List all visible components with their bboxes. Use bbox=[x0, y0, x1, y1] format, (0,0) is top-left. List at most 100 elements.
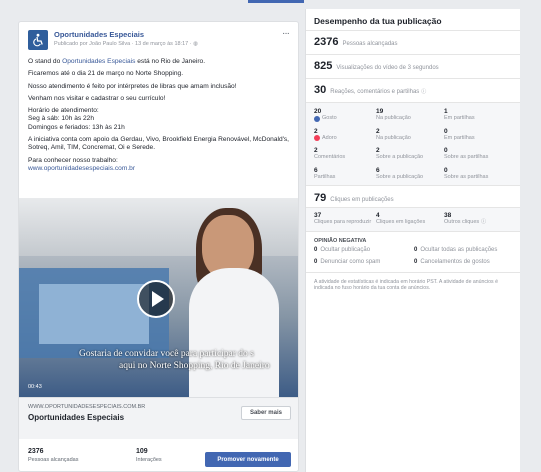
reach-label: Pessoas alcançadas bbox=[28, 457, 79, 463]
negative-num: 0 bbox=[314, 258, 318, 265]
reaction-num: 0 bbox=[444, 127, 448, 135]
learn-more-button[interactable]: Saber mais bbox=[240, 406, 291, 420]
reactions-breakdown: 20 Gosto 19 Na publicação 1 Em partilhas 2A… bbox=[306, 103, 520, 186]
metric-views: 825 Visualizações do vídeo de 3 segundos bbox=[306, 55, 520, 79]
performance-panel: Desempenho da tua publicação 2376 Pessoa… bbox=[305, 9, 520, 472]
click-num: 37 bbox=[314, 212, 322, 219]
click-cell: 37 Cliques para reproduzir bbox=[314, 212, 376, 226]
reaction-cell: 20 Gosto bbox=[314, 108, 376, 122]
reaction-label: Comentários bbox=[314, 154, 346, 160]
negative-num: 0 bbox=[314, 246, 318, 253]
negative-label: Ocultar todas as publicações bbox=[420, 246, 498, 253]
metric-views-num: 825 bbox=[314, 60, 333, 72]
click-num: 38 bbox=[444, 212, 452, 219]
reaction-label: Sobre as partilhas bbox=[444, 173, 489, 180]
hours-title: Horário de atendimento: bbox=[28, 107, 99, 115]
reaction-label: Sobre a publicação bbox=[376, 154, 424, 160]
reaction-cell: 2 Sobre a publicação bbox=[376, 147, 444, 161]
video-person-body bbox=[189, 268, 279, 397]
insights-footnote: A atividade de estatísticas é indicada e… bbox=[314, 278, 498, 292]
reaction-num: 20 bbox=[314, 108, 322, 115]
video-caption-line1: Gostaria de convidar você para participa… bbox=[79, 349, 254, 359]
click-label: Cliques em ligações bbox=[376, 219, 426, 225]
globe-icon: ◍ bbox=[193, 41, 198, 47]
reaction-num: 2 bbox=[314, 127, 318, 135]
panel-title: Desempenho da tua publicação bbox=[306, 9, 520, 31]
reaction-label: Na publicação bbox=[376, 115, 411, 121]
negative-item: 0 Ocultar todas as publicações bbox=[414, 247, 514, 254]
hours-weekends: Domingos e feriados: 13h às 21h bbox=[28, 123, 125, 131]
reaction-cell: 6 Partilhas bbox=[314, 167, 376, 181]
click-label: Cliques para reproduzir bbox=[314, 219, 372, 225]
metric-reactions-label: Reações, comentários e partilhas bbox=[330, 89, 420, 95]
reaction-label: Em partilhas bbox=[444, 134, 475, 141]
more-options-icon[interactable]: ··· bbox=[282, 29, 290, 39]
play-button[interactable] bbox=[137, 280, 175, 318]
post-meta-text: Publicado por João Paulo Silva · 13 de m… bbox=[54, 41, 194, 47]
reaction-num: 2 bbox=[376, 127, 380, 135]
boost-again-button[interactable]: Promover novamente bbox=[205, 452, 291, 467]
metric-reactions-num: 30 bbox=[314, 84, 327, 96]
wheelchair-icon bbox=[33, 33, 43, 47]
reaction-label: Na publicação bbox=[376, 134, 411, 141]
post-text: O stand do Oportunidades Especiais está … bbox=[19, 50, 298, 173]
post-text-p2: Ficaremos até o dia 21 de março no Norte… bbox=[28, 70, 184, 78]
metric-reach-label: Pessoas alcançadas bbox=[342, 41, 398, 47]
website-link[interactable]: www.oportunidadesespeciais.com.br bbox=[28, 165, 135, 172]
video-duration: 00:43 bbox=[28, 384, 42, 390]
negative-item: 0 Cancelamentos de gostos bbox=[414, 259, 514, 266]
link-preview[interactable]: WWW.OPORTUNIDADESESPECIAIS.COM.BR Oportu… bbox=[19, 397, 298, 439]
reaction-label: Gosto bbox=[322, 115, 337, 121]
info-icon[interactable]: ⓘ bbox=[421, 88, 426, 95]
reaction-cell: 0 Sobre as partilhas bbox=[444, 147, 506, 161]
reaction-cell: 1 Em partilhas bbox=[444, 108, 506, 122]
reaction-num: 6 bbox=[376, 166, 380, 174]
reaction-cell: 2 Na publicação bbox=[376, 128, 444, 142]
negative-feedback-title: OPINIÃO NEGATIVA bbox=[314, 237, 367, 244]
post-text-p4: Venham nos visitar e cadastrar o seu cur… bbox=[28, 94, 166, 102]
page-mention-link[interactable]: Oportunidades Especiais bbox=[62, 58, 135, 65]
reaction-num: 0 bbox=[444, 147, 448, 154]
page-name-link[interactable]: Oportunidades Especiais bbox=[54, 30, 282, 39]
hours-weekdays: Seg à sáb: 10h às 22h bbox=[28, 115, 94, 123]
post-text-p7: Para conhecer nosso trabalho: bbox=[28, 156, 118, 164]
video-player[interactable]: Gostaria de convidar você para participa… bbox=[19, 198, 298, 397]
reaction-cell: 6 Sobre a publicação bbox=[376, 167, 444, 181]
negative-feedback: 0 Ocultar publicação 0 Ocultar todas as pu… bbox=[306, 247, 520, 273]
negative-label: Cancelamentos de gostos bbox=[420, 258, 490, 265]
reaction-num: 2 bbox=[376, 147, 380, 154]
post-stats: 2376 Pessoas alcançadas 109 Interações P… bbox=[19, 443, 298, 471]
metric-reactions: 30 Reações, comentários e partilhas ⓘ bbox=[306, 79, 520, 103]
like-icon bbox=[314, 115, 320, 122]
info-icon[interactable]: ⓘ bbox=[481, 219, 486, 226]
click-label: Outros cliques bbox=[444, 219, 480, 225]
metric-clicks-label: Cliques em publicações bbox=[330, 197, 394, 203]
reaction-cell: 2 Comentários bbox=[314, 147, 376, 161]
video-caption: Gostaria de convidar você para participa… bbox=[79, 348, 298, 372]
reaction-num: 2 bbox=[314, 147, 318, 154]
post-meta: Publicado por João Paulo Silva · 13 de m… bbox=[54, 41, 282, 47]
negative-item: 0 Denunciar como spam bbox=[314, 259, 414, 266]
reaction-label: Partilhas bbox=[314, 173, 336, 180]
reaction-cell: 0 Sobre as partilhas bbox=[444, 167, 506, 181]
reaction-num: 1 bbox=[444, 108, 448, 115]
metric-reach: 2376 Pessoas alcançadas bbox=[306, 31, 520, 55]
reaction-num: 19 bbox=[376, 108, 384, 115]
metric-reach-num: 2376 bbox=[314, 36, 339, 48]
click-cell: 38 Outros cliques ⓘ bbox=[444, 212, 506, 226]
negative-label: Ocultar publicação bbox=[320, 246, 371, 253]
page-avatar[interactable] bbox=[28, 30, 48, 50]
click-cell: 4 Cliques em ligações bbox=[376, 212, 444, 226]
reaction-label: Sobre as partilhas bbox=[444, 154, 489, 160]
clicks-breakdown: 37 Cliques para reproduzir 4 Cliques em li… bbox=[306, 207, 520, 232]
negative-item: 0 Ocultar publicação bbox=[314, 247, 414, 254]
play-icon bbox=[151, 291, 164, 307]
reaction-num: 0 bbox=[444, 166, 448, 174]
metric-clicks: 79 Cliques em publicações bbox=[306, 186, 520, 207]
negative-num: 0 bbox=[414, 246, 418, 253]
post-text-p1a: O stand do bbox=[28, 58, 63, 65]
top-tab-indicator bbox=[248, 0, 304, 3]
reaction-label: Adoro bbox=[322, 134, 337, 141]
negative-label: Denunciar como spam bbox=[320, 258, 381, 265]
video-caption-line2: aqui no Norte Shopping, Rio de Janeiro bbox=[119, 361, 270, 371]
